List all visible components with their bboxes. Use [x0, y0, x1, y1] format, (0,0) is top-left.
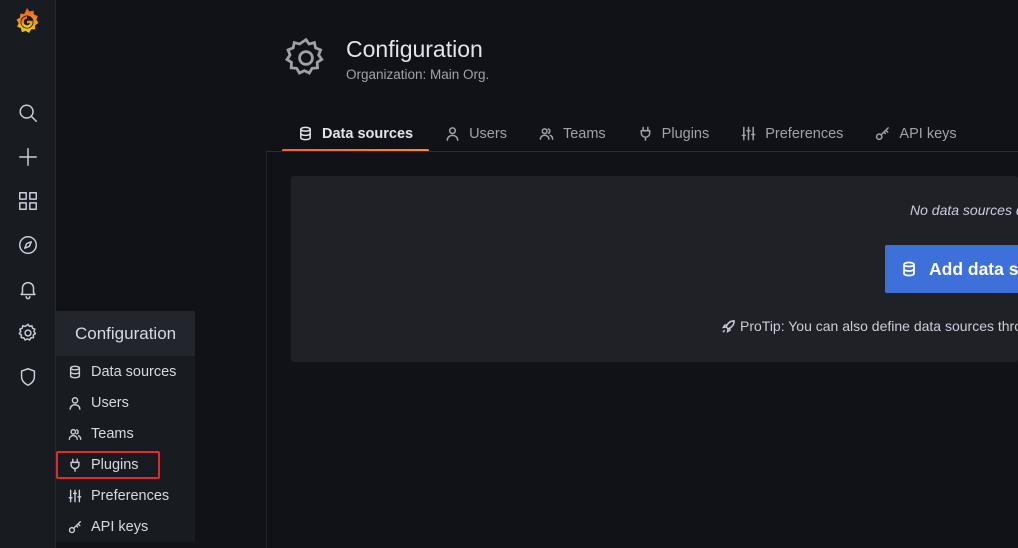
- flyout-item-users[interactable]: Users: [56, 389, 195, 417]
- key-icon: [876, 127, 890, 141]
- database-icon: [300, 126, 311, 141]
- empty-state-message: No data sources defined: [910, 202, 1018, 218]
- config-tabs: Data sources Users Teams Plugins Prefere…: [282, 116, 973, 152]
- flyout-item-preferences[interactable]: Preferences: [56, 482, 195, 510]
- grafana-logo-icon[interactable]: [12, 6, 42, 36]
- sliders-icon: [68, 489, 82, 503]
- tab-api-keys[interactable]: API keys: [859, 116, 972, 151]
- user-icon: [69, 397, 81, 410]
- flyout-item-label: Plugins: [91, 457, 139, 473]
- tab-label: Users: [469, 125, 507, 142]
- sliders-icon: [741, 126, 756, 141]
- flyout-item-label: Users: [91, 395, 129, 411]
- tab-plugins[interactable]: Plugins: [622, 116, 726, 151]
- users-icon: [68, 428, 82, 440]
- configuration-header-icon: [284, 36, 328, 80]
- tab-label: API keys: [899, 125, 957, 142]
- flyout-item-label: Data sources: [91, 364, 177, 380]
- flyout-title[interactable]: Configuration: [56, 311, 195, 356]
- search-icon[interactable]: [14, 99, 42, 127]
- tab-teams[interactable]: Teams: [523, 116, 622, 151]
- flyout-item-label: Teams: [91, 426, 134, 442]
- sidebar: [0, 0, 56, 548]
- alerting-icon[interactable]: [14, 275, 42, 303]
- tab-label: Teams: [562, 125, 606, 142]
- flyout-item-label: Preferences: [91, 488, 170, 504]
- add-data-source-button[interactable]: Add data source: [885, 245, 1018, 293]
- empty-list-panel: No data sources defined Add data source …: [291, 176, 1018, 362]
- tab-label: Plugins: [661, 125, 710, 142]
- flyout-item-api-keys[interactable]: API keys: [56, 513, 195, 541]
- tab-users[interactable]: Users: [429, 116, 523, 151]
- configuration-icon[interactable]: [14, 319, 42, 347]
- users-icon: [539, 128, 554, 140]
- plus-icon[interactable]: [14, 143, 42, 171]
- database-icon: [903, 261, 915, 277]
- tab-preferences[interactable]: Preferences: [725, 116, 859, 151]
- add-data-source-label: Add data source: [929, 258, 1018, 279]
- key-icon: [68, 521, 81, 534]
- plug-icon: [640, 126, 651, 141]
- explore-icon[interactable]: [14, 231, 42, 259]
- flyout-item-teams[interactable]: Teams: [56, 420, 195, 448]
- rocket-icon: [721, 319, 735, 333]
- dashboards-icon[interactable]: [14, 187, 42, 215]
- protip: ProTip: You can also define data sources…: [721, 318, 1018, 334]
- page-title: Configuration: [346, 36, 483, 62]
- page-subtitle: Organization: Main Org.: [346, 67, 490, 82]
- user-icon: [446, 127, 459, 141]
- flyout-item-plugins[interactable]: Plugins: [56, 451, 195, 479]
- plug-icon: [70, 458, 80, 472]
- tab-label: Data sources: [322, 125, 414, 142]
- shield-icon[interactable]: [14, 363, 42, 391]
- tab-data-sources[interactable]: Data sources: [282, 116, 430, 152]
- tab-label: Preferences: [765, 125, 844, 142]
- protip-text: ProTip: You can also define data sources…: [740, 318, 1018, 334]
- configuration-flyout-menu: Configuration Data sources Users Teams P…: [56, 311, 195, 542]
- flyout-item-label: API keys: [91, 519, 149, 535]
- database-icon: [69, 365, 81, 379]
- flyout-item-data-sources[interactable]: Data sources: [56, 358, 195, 386]
